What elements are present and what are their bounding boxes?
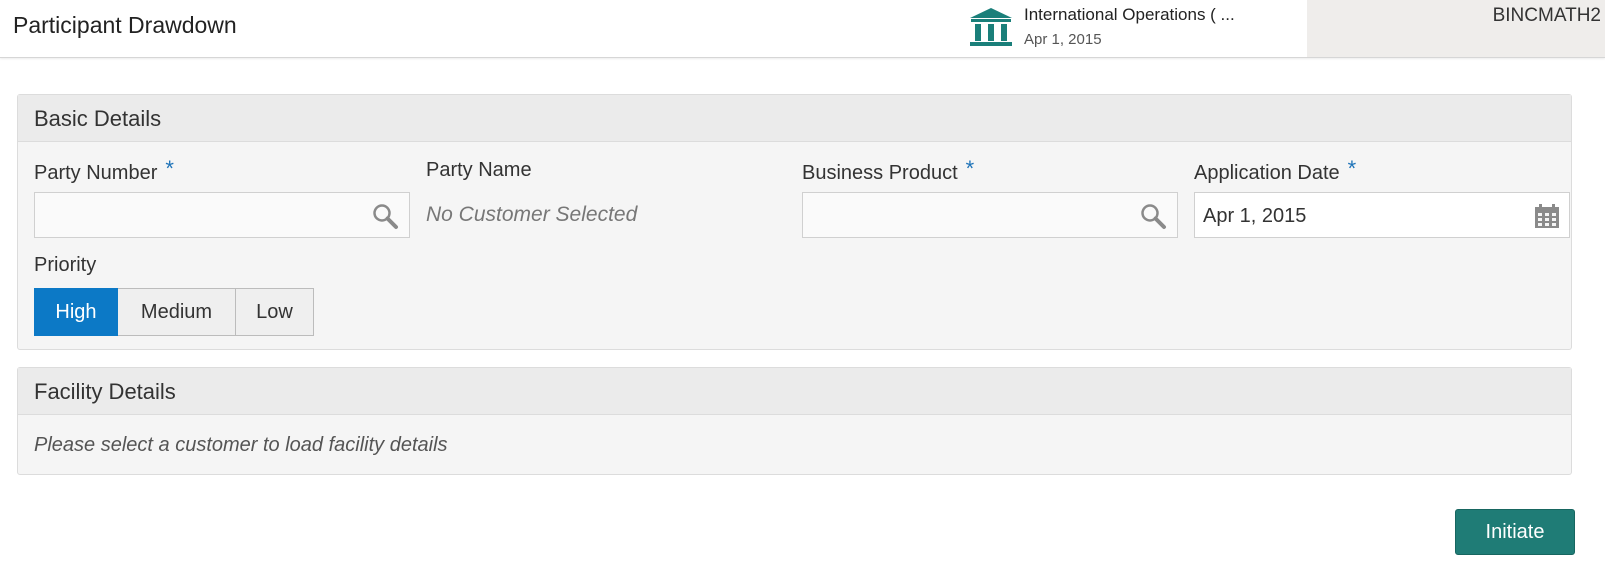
party-number-input[interactable] bbox=[34, 192, 410, 238]
search-icon[interactable] bbox=[1139, 202, 1167, 230]
priority-medium-button[interactable]: Medium bbox=[118, 288, 236, 336]
facility-details-header[interactable]: Facility Details bbox=[18, 368, 1571, 415]
business-product-input[interactable] bbox=[802, 192, 1178, 238]
bank-icon bbox=[970, 8, 1012, 46]
search-icon[interactable] bbox=[371, 202, 399, 230]
branch-name[interactable]: International Operations ( ... bbox=[1024, 5, 1235, 25]
user-name[interactable]: BINCMATH2 bbox=[1493, 5, 1601, 27]
basic-details-title: Basic Details bbox=[34, 106, 162, 131]
page-title: Participant Drawdown bbox=[13, 12, 237, 38]
application-date-input[interactable]: Apr 1, 2015 bbox=[1194, 192, 1570, 238]
calendar-icon[interactable] bbox=[1534, 203, 1560, 229]
priority-high-button[interactable]: High bbox=[34, 288, 118, 336]
initiate-button[interactable]: Initiate bbox=[1455, 509, 1575, 555]
basic-details-panel: Basic Details Party Number * Party Name N… bbox=[17, 94, 1572, 350]
facility-details-panel: Facility Details Please select a custome… bbox=[17, 367, 1572, 475]
required-marker: * bbox=[965, 156, 975, 181]
facility-details-title: Facility Details bbox=[34, 379, 176, 404]
priority-label: Priority bbox=[34, 254, 97, 276]
business-product-label: Business Product * bbox=[802, 156, 975, 184]
application-date-label: Application Date * bbox=[1194, 156, 1357, 184]
page-header: Participant Drawdown International Opera… bbox=[0, 0, 1605, 58]
basic-details-header[interactable]: Basic Details bbox=[18, 95, 1571, 142]
party-name-label: Party Name bbox=[426, 159, 532, 181]
facility-details-message: Please select a customer to load facilit… bbox=[34, 434, 448, 456]
required-marker: * bbox=[1347, 156, 1357, 181]
party-number-label: Party Number * bbox=[34, 156, 174, 184]
branch-date: Apr 1, 2015 bbox=[1024, 31, 1102, 48]
party-name-value: No Customer Selected bbox=[426, 203, 638, 226]
priority-low-button[interactable]: Low bbox=[236, 288, 314, 336]
priority-toggle-group: High Medium Low bbox=[34, 288, 314, 336]
required-marker: * bbox=[165, 156, 174, 181]
user-menu[interactable]: BINCMATH2 bbox=[1307, 0, 1605, 57]
